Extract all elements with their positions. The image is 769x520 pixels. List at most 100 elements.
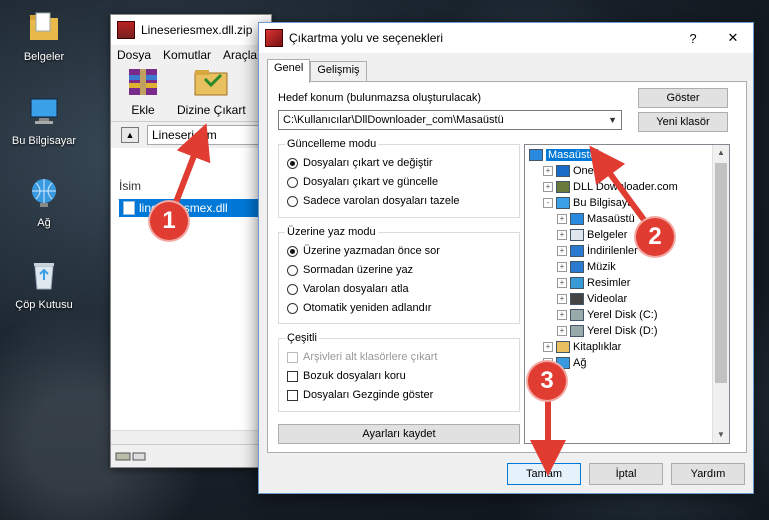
misc-option-show-in-explorer[interactable]: Dosyaları Gezginde göster: [287, 389, 433, 401]
menu-commands[interactable]: Komutlar: [163, 48, 211, 62]
desktop-icon-recycle-bin[interactable]: Çöp Kutusu: [4, 258, 84, 311]
general-tab-panel: Hedef konum (bulunmazsa oluşturulacak) C…: [267, 81, 747, 453]
tree-item[interactable]: + Yerel Disk (C:): [557, 307, 658, 323]
desktop-icon-label: Bu Bilgisayar: [11, 135, 77, 147]
tab-advanced[interactable]: Gelişmiş: [310, 61, 367, 82]
tree-item-label: İndirilenler: [587, 245, 638, 257]
expand-icon[interactable]: +: [557, 214, 567, 224]
tree-vertical-scrollbar[interactable]: ▲ ▼: [712, 145, 729, 443]
tree-item[interactable]: + DLL Downloader.com: [543, 179, 678, 195]
scroll-up-icon[interactable]: ▲: [713, 145, 729, 161]
winrar-titlebar[interactable]: Lineseriesmex.dll.zip: [111, 15, 271, 45]
misc-option-keep-broken[interactable]: Bozuk dosyaları koru: [287, 370, 406, 382]
tree-item[interactable]: + İndirilenler: [557, 243, 638, 259]
destination-path-combo[interactable]: C:\Kullanıcılar\DllDownloader_com\Masaüs…: [278, 110, 622, 130]
radio-button[interactable]: [287, 195, 298, 207]
radio-button[interactable]: [287, 264, 298, 276]
tree-item[interactable]: + Kitaplıklar: [543, 339, 621, 355]
update-option-freshen[interactable]: Sadece varolan dosyaları tazele: [287, 195, 460, 207]
tree-item-label: Videolar: [587, 293, 628, 305]
option-label: Dosyaları çıkart ve güncelle: [303, 176, 439, 188]
desktop-icon-this-pc[interactable]: Bu Bilgisayar: [4, 94, 84, 147]
tree-item[interactable]: + Videolar: [557, 291, 627, 307]
show-button[interactable]: Göster: [638, 88, 728, 108]
dialog-titlebar[interactable]: Çıkartma yolu ve seçenekleri ? ✕: [259, 23, 753, 53]
expand-icon[interactable]: +: [543, 166, 553, 176]
collapse-icon[interactable]: -: [543, 198, 553, 208]
desktop-icon-network[interactable]: Ağ: [4, 176, 84, 229]
overwrite-option-without-prompt[interactable]: Sormadan üzerine yaz: [287, 264, 413, 276]
desktop-icon-label: Çöp Kutusu: [15, 299, 73, 311]
tree-item-label: Ağ: [573, 357, 587, 369]
overwrite-mode-title: Üzerine yaz modu: [285, 226, 378, 238]
expand-icon[interactable]: +: [557, 230, 567, 240]
network-icon: [32, 179, 56, 207]
update-option-update[interactable]: Dosyaları çıkart ve güncelle: [287, 176, 438, 188]
scrollbar-thumb[interactable]: [715, 163, 727, 383]
radio-button[interactable]: [287, 157, 298, 169]
chevron-down-icon[interactable]: ▼: [608, 115, 617, 125]
overwrite-option-rename[interactable]: Otomatik yeniden adlandır: [287, 302, 431, 314]
file-row[interactable]: lineseriesmex.dll: [119, 199, 267, 217]
new-folder-button[interactable]: Yeni klasör: [638, 112, 728, 132]
checkbox[interactable]: [287, 370, 298, 382]
tree-item[interactable]: + Belgeler: [557, 227, 627, 243]
extract-to-button[interactable]: Dizine Çıkart: [177, 65, 246, 121]
tree-item[interactable]: Masaüstü: [529, 147, 599, 163]
folder-tree[interactable]: Masaüstü + OneDr + DLL Downloader.com - Bu Bil…: [524, 144, 730, 444]
tree-item[interactable]: + OneDr: [543, 163, 605, 179]
column-header-name[interactable]: İsim: [117, 177, 271, 200]
ok-button[interactable]: Tamam: [507, 463, 581, 485]
expand-icon[interactable]: +: [557, 310, 567, 320]
up-arrow-icon: ▲: [125, 130, 135, 140]
add-button[interactable]: Ekle: [123, 65, 163, 121]
radio-button[interactable]: [287, 176, 298, 188]
expand-icon[interactable]: +: [557, 294, 567, 304]
tab-general[interactable]: Genel: [267, 59, 311, 83]
option-label: Dosyaları çıkart ve değiştir: [303, 157, 433, 169]
close-button[interactable]: ✕: [713, 30, 753, 46]
tree-item-label: Belgeler: [587, 229, 628, 241]
this-pc-icon: [30, 98, 58, 124]
radio-button[interactable]: [287, 302, 298, 314]
save-settings-button[interactable]: Ayarları kaydet: [278, 424, 520, 444]
up-folder-button[interactable]: ▲: [121, 127, 139, 143]
winrar-address-bar: ▲ Lineseriesm: [111, 121, 271, 148]
help-button[interactable]: Yardım: [671, 463, 745, 485]
horizontal-scrollbar[interactable]: [111, 430, 271, 445]
expand-icon[interactable]: +: [557, 326, 567, 336]
tree-item[interactable]: + Masaüstü: [557, 211, 635, 227]
recycle-bin-icon: [34, 263, 54, 290]
menu-file[interactable]: Dosya: [117, 48, 151, 62]
scroll-down-icon[interactable]: ▼: [713, 427, 729, 443]
cancel-button[interactable]: İptal: [589, 463, 663, 485]
tree-item-label: Bu Bilgisaya: [573, 197, 634, 209]
add-label: Ekle: [131, 103, 155, 117]
overwrite-option-skip[interactable]: Varolan dosyaları atla: [287, 283, 409, 295]
option-label: Otomatik yeniden adlandır: [303, 302, 432, 314]
desktop-icon-documents[interactable]: Belgeler: [4, 10, 84, 63]
overwrite-option-ask[interactable]: Üzerine yazmadan önce sor: [287, 245, 440, 257]
annotation-marker-2: 2: [636, 218, 674, 256]
tree-item[interactable]: + Müzik: [557, 259, 616, 275]
option-label: Sadece varolan dosyaları tazele: [303, 195, 460, 207]
update-option-replace[interactable]: Dosyaları çıkart ve değiştir: [287, 157, 433, 169]
expand-icon[interactable]: +: [557, 262, 567, 272]
radio-button[interactable]: [287, 283, 298, 295]
expand-icon[interactable]: +: [557, 278, 567, 288]
misc-group: Çeşitli Arşivleri alt klasörlere çıkart …: [278, 332, 520, 412]
tree-item-label: Kitaplıklar: [573, 341, 622, 353]
expand-icon[interactable]: +: [543, 342, 553, 352]
checkbox[interactable]: [287, 389, 298, 401]
expand-icon[interactable]: +: [557, 246, 567, 256]
menu-tools[interactable]: Araçla: [223, 48, 257, 62]
tree-item[interactable]: - Bu Bilgisaya: [543, 195, 634, 211]
radio-button[interactable]: [287, 245, 298, 257]
tree-item[interactable]: + Resimler: [557, 275, 630, 291]
expand-icon[interactable]: +: [543, 182, 553, 192]
help-title-button[interactable]: ?: [673, 31, 713, 46]
drive-icon: [570, 325, 584, 337]
desktop-icon-label: Belgeler: [23, 51, 65, 63]
tree-item[interactable]: + Yerel Disk (D:): [557, 323, 658, 339]
archive-path-field[interactable]: Lineseriesm: [147, 125, 263, 145]
